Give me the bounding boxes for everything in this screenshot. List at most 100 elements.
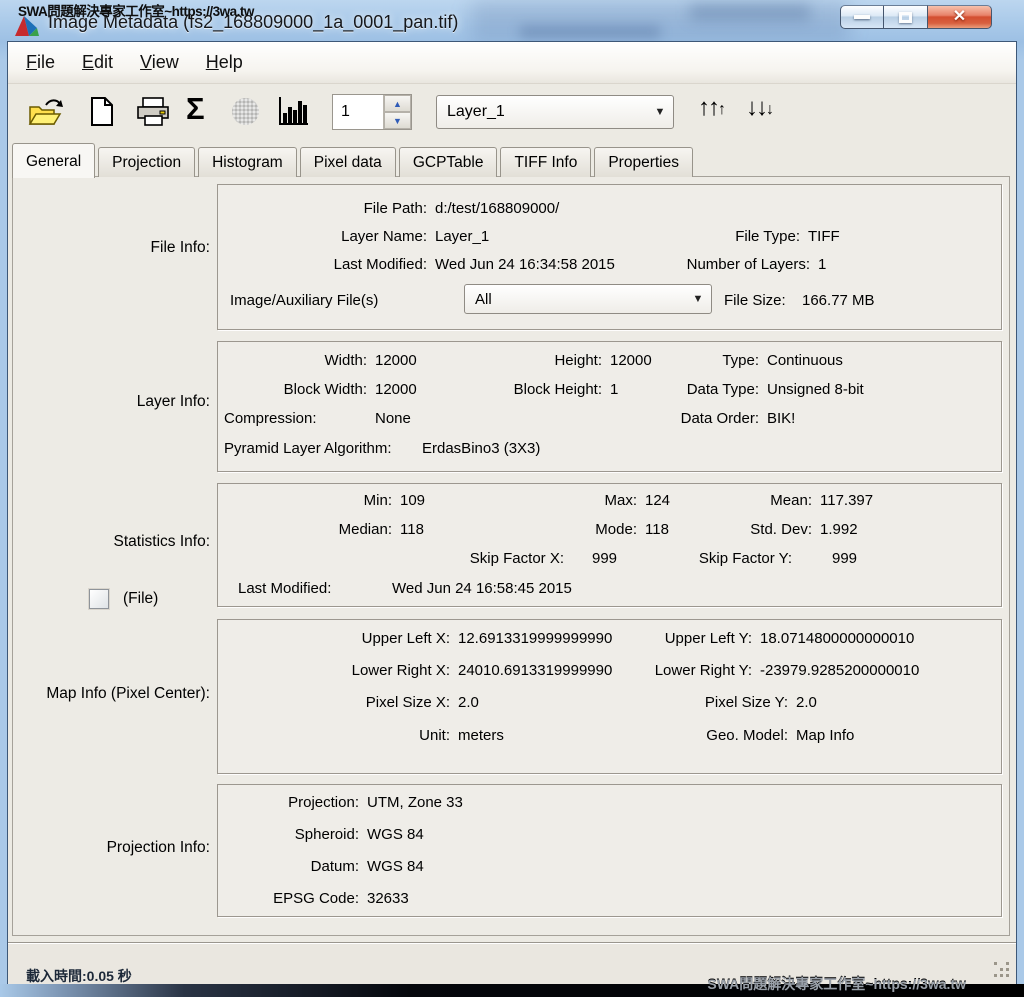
pyramid-layers-button[interactable] [232, 98, 259, 125]
tab-pixel-data[interactable]: Pixel data [300, 147, 396, 177]
image-metadata-window: Image Metadata (fs2_168809000_1a_0001_pa… [0, 0, 1024, 997]
max-label: Max: [468, 492, 637, 509]
file-statistics-checkbox[interactable] [89, 589, 109, 609]
tab-histogram[interactable]: Histogram [198, 147, 297, 177]
spin-up-button[interactable]: ▲ [384, 95, 411, 112]
maximize-button[interactable] [884, 5, 928, 29]
file-type-label: File Type: [598, 228, 800, 245]
menu-file[interactable]: File [26, 52, 55, 73]
maximize-icon [899, 12, 912, 23]
dropdown-arrow-icon: ▼ [647, 106, 673, 118]
mean-label: Mean: [648, 492, 812, 509]
resize-grip-dots [994, 962, 997, 965]
pixel-size-x-label: Pixel Size X: [218, 694, 450, 711]
spin-down-button[interactable]: ▼ [384, 112, 411, 129]
min-label: Min: [218, 492, 392, 509]
window-title: Image Metadata (fs2_168809000_1a_0001_pa… [48, 12, 458, 33]
lower-layer-icon-small: ↓ [766, 101, 772, 119]
new-document-button[interactable] [90, 96, 114, 127]
data-order-value: BIK! [767, 410, 795, 427]
menu-help[interactable]: Help [206, 52, 243, 73]
block-width-label: Block Width: [218, 381, 367, 398]
statistics-button[interactable]: Σ [186, 93, 205, 124]
width-label: Width: [218, 352, 367, 369]
tab-general[interactable]: General [12, 143, 95, 178]
height-label: Height: [418, 352, 602, 369]
aux-files-combobox-value: All [465, 291, 685, 308]
titlebar[interactable]: Image Metadata (fs2_168809000_1a_0001_pa… [0, 0, 1024, 42]
median-value: 118 [400, 521, 424, 538]
lower-layer-icon: ↓↓ [746, 94, 766, 122]
section-label-projection-info: Projection Info: [13, 839, 210, 857]
layer-combobox-value: Layer_1 [437, 103, 647, 121]
raise-layer-icon-small: ↑ [718, 101, 724, 119]
number-of-layers-value: 1 [818, 256, 826, 273]
tab-gcptable[interactable]: GCPTable [399, 147, 498, 177]
tab-projection[interactable]: Projection [98, 147, 195, 177]
median-label: Median: [218, 521, 392, 538]
aux-files-combobox[interactable]: All ▼ [464, 284, 712, 314]
lower-layer-button[interactable]: ↓↓↓ [746, 94, 772, 122]
map-info-box: Upper Left X: 12.6913319999999990 Upper … [217, 619, 1002, 774]
menu-edit[interactable]: Edit [82, 52, 113, 73]
lower-right-x-value: 24010.6913319999990 [458, 662, 612, 679]
geo-model-label: Geo. Model: [618, 727, 788, 744]
std-dev-value: 1.992 [820, 521, 858, 538]
datum-value: WGS 84 [367, 858, 424, 875]
type-label: Type: [578, 352, 759, 369]
lower-right-x-label: Lower Right X: [218, 662, 450, 679]
tab-tiff-info[interactable]: TIFF Info [500, 147, 591, 177]
general-tab-pane: File Info: Layer Info: Statistics Info: … [12, 176, 1010, 936]
layer-name-value: Layer_1 [435, 228, 489, 245]
pixel-size-y-value: 2.0 [796, 694, 817, 711]
spheroid-label: Spheroid: [218, 826, 359, 843]
projection-info-box: Projection: UTM, Zone 33 Spheroid: WGS 8… [217, 784, 1002, 917]
layer-combobox[interactable]: Layer_1 ▼ [436, 95, 674, 129]
menu-view[interactable]: View [140, 52, 179, 73]
upper-left-y-value: 18.0714800000000010 [760, 630, 914, 647]
histogram-button[interactable] [276, 95, 310, 127]
tab-properties[interactable]: Properties [594, 147, 693, 177]
min-value: 109 [400, 492, 425, 509]
file-last-modified-label: Last Modified: [218, 256, 427, 273]
stats-last-modified-value: Wed Jun 24 16:58:45 2015 [392, 580, 572, 597]
minimize-button[interactable] [840, 5, 884, 29]
file-path-value: d:/test/168809000/ [435, 200, 559, 217]
raise-layer-button[interactable]: ↑↑↑ [698, 94, 724, 122]
lower-right-y-label: Lower Right Y: [598, 662, 752, 679]
compression-value: None [375, 410, 411, 427]
skip-factor-y-label: Skip Factor Y: [628, 550, 792, 567]
close-button[interactable]: ✕ [928, 5, 992, 29]
band-spinner-buttons: ▲ ▼ [383, 95, 411, 129]
band-spinner-input[interactable] [333, 95, 383, 129]
file-statistics-checkbox-label: (File) [123, 590, 158, 608]
spin-up-icon: ▲ [393, 99, 402, 109]
epsg-code-value: 32633 [367, 890, 409, 907]
compression-label: Compression: [224, 410, 317, 427]
open-file-button[interactable] [28, 97, 64, 127]
pyramid-layers-icon [232, 98, 259, 125]
statusbar [8, 942, 1016, 984]
mean-value: 117.397 [820, 492, 873, 509]
lower-right-y-value: -23979.9285200000010 [760, 662, 919, 679]
file-path-label: File Path: [218, 200, 427, 217]
data-type-label: Data Type: [578, 381, 759, 398]
unit-label: Unit: [218, 727, 450, 744]
app-icon [14, 13, 40, 39]
raise-layer-icon: ↑↑ [698, 94, 718, 122]
close-icon: ✕ [953, 9, 966, 25]
upper-left-x-label: Upper Left X: [218, 630, 450, 647]
resize-grip[interactable] [994, 962, 1010, 978]
block-height-label: Block Height: [418, 381, 602, 398]
stats-last-modified-label: Last Modified: [238, 580, 331, 597]
print-button[interactable] [136, 97, 171, 126]
tabstrip: General Projection Histogram Pixel data … [12, 141, 696, 177]
epsg-code-label: EPSG Code: [218, 890, 359, 907]
menubar: File Edit View Help [8, 42, 1016, 84]
datum-label: Datum: [218, 858, 359, 875]
file-last-modified-value: Wed Jun 24 16:34:58 2015 [435, 256, 615, 273]
dropdown-arrow-icon: ▼ [685, 293, 711, 305]
data-type-value: Unsigned 8-bit [767, 381, 864, 398]
pyramid-algorithm-value: ErdasBino3 (3X3) [422, 440, 540, 457]
glass-reflection [520, 26, 660, 38]
